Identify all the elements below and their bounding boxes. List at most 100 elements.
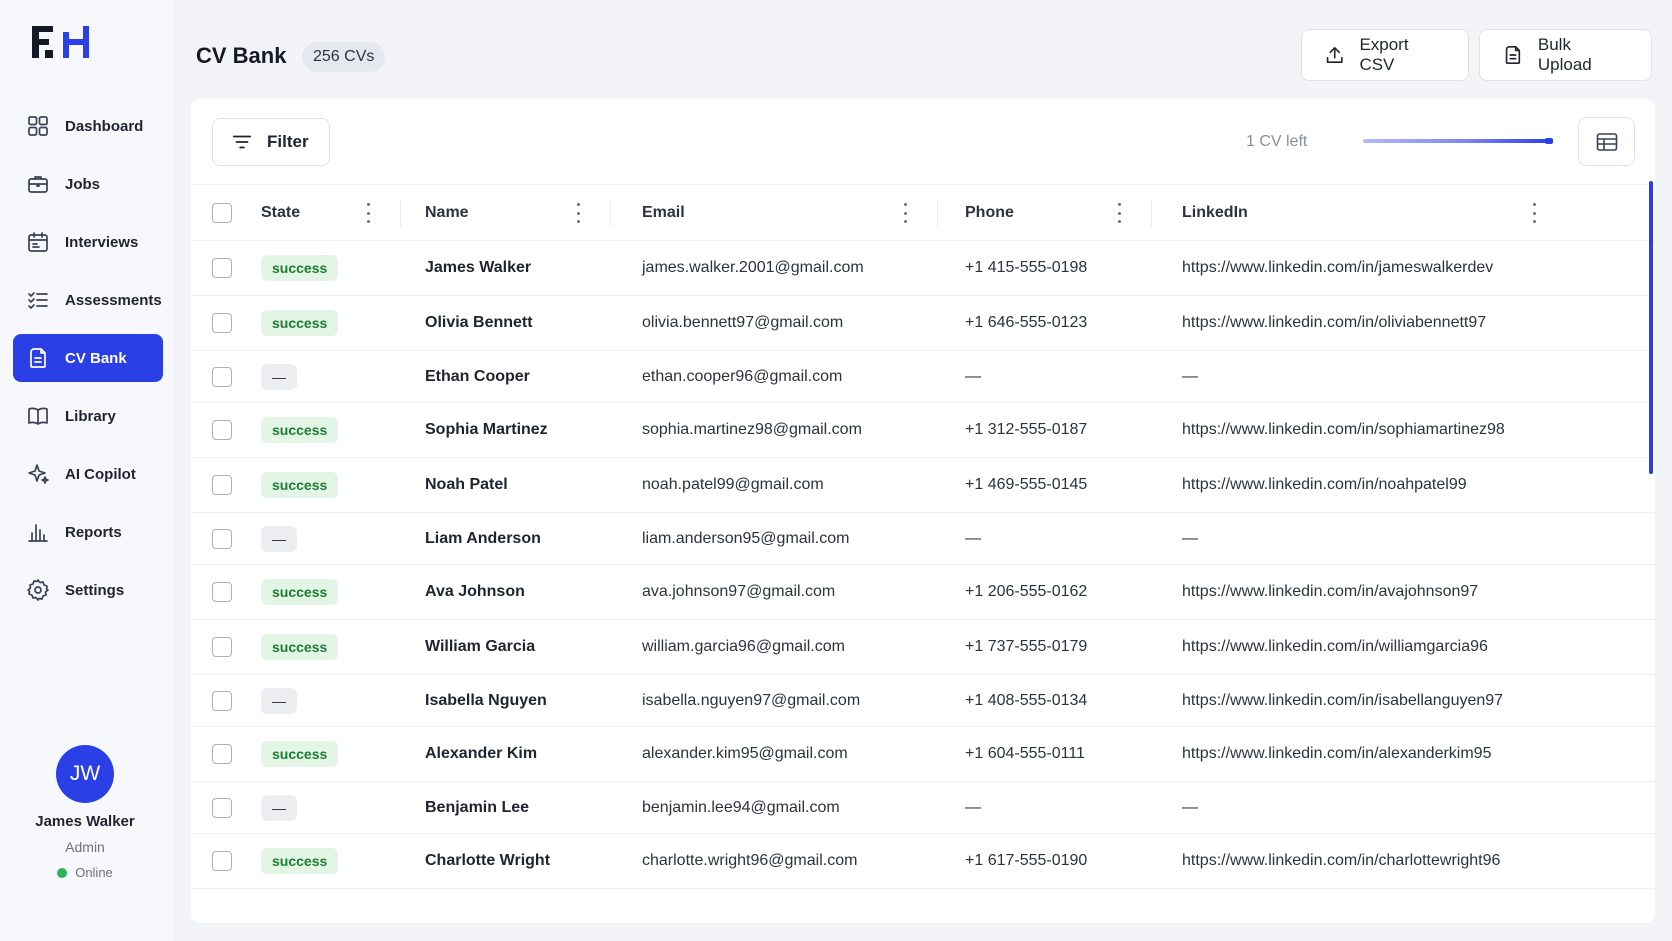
sidebar-item-interviews[interactable]: Interviews: [13, 218, 163, 266]
candidate-name[interactable]: James Walker: [425, 241, 531, 295]
candidate-phone: —: [965, 798, 981, 816]
select-all-checkbox-cell: [212, 185, 232, 241]
table-row[interactable]: — Liam Anderson liam.anderson95@gmail.com —…: [191, 513, 1655, 565]
column-menu-icon[interactable]: [1533, 203, 1537, 223]
row-checkbox[interactable]: [212, 366, 232, 387]
row-checkbox[interactable]: [212, 475, 232, 495]
candidate-phone: +1 206-555-0162: [965, 583, 1088, 600]
candidate-name[interactable]: William Garcia: [425, 620, 535, 674]
table-row[interactable]: success Alexander Kim alexander.kim95@gmai…: [191, 727, 1655, 782]
column-menu-icon[interactable]: [904, 203, 908, 223]
sidebar-item-label: Library: [65, 407, 116, 425]
table-row[interactable]: success Olivia Bennett olivia.bennett97@gm…: [191, 296, 1655, 351]
row-checkbox-cell: [212, 403, 232, 457]
table-row[interactable]: success Noah Patel noah.patel99@gmail.com +…: [191, 458, 1655, 513]
table-row[interactable]: — Ethan Cooper ethan.cooper96@gmail.com — —: [191, 351, 1655, 403]
table-row[interactable]: success James Walker james.walker.2001@gma…: [191, 241, 1655, 296]
table-view-toggle-button[interactable]: [1578, 117, 1635, 166]
table-row[interactable]: success Ava Johnson ava.johnson97@gmail.co…: [191, 565, 1655, 620]
state-cell: success: [261, 458, 339, 512]
gear-icon: [25, 577, 51, 603]
document-upload-icon: [1505, 45, 1521, 65]
row-checkbox[interactable]: [212, 528, 232, 549]
select-all-checkbox[interactable]: [212, 203, 232, 223]
candidate-name[interactable]: Olivia Bennett: [425, 296, 533, 350]
candidate-linkedin[interactable]: https://www.linkedin.com/in/isabellanguy…: [1182, 675, 1503, 726]
candidate-name[interactable]: Noah Patel: [425, 458, 508, 512]
row-checkbox[interactable]: [212, 582, 232, 602]
candidate-name[interactable]: Isabella Nguyen: [425, 675, 547, 726]
table-row[interactable]: success William Garcia william.garcia96@gm…: [191, 620, 1655, 675]
cv-usage-progress: [1363, 138, 1553, 144]
sidebar-item-ai-copilot[interactable]: AI Copilot: [13, 450, 163, 498]
candidate-name[interactable]: Charlotte Wright: [425, 834, 550, 888]
candidate-linkedin[interactable]: https://www.linkedin.com/in/jameswalkerd…: [1182, 241, 1493, 295]
user-profile[interactable]: JW James Walker Admin Online: [0, 745, 170, 880]
candidate-linkedin[interactable]: https://www.linkedin.com/in/williamgarci…: [1182, 620, 1488, 674]
status-badge: success: [261, 310, 339, 336]
column-header-linkedin[interactable]: LinkedIn: [1182, 185, 1248, 241]
app-logo[interactable]: [32, 26, 96, 60]
candidate-linkedin[interactable]: —: [1182, 513, 1198, 564]
candidate-email: charlotte.wright96@gmail.com: [642, 852, 858, 869]
sidebar-item-label: CV Bank: [65, 349, 127, 367]
row-checkbox[interactable]: [212, 690, 232, 711]
candidate-linkedin[interactable]: —: [1182, 782, 1198, 833]
document-icon: [25, 345, 51, 371]
column-menu-icon[interactable]: [577, 203, 581, 223]
table-row[interactable]: — Benjamin Lee benjamin.lee94@gmail.com — —: [191, 782, 1655, 834]
candidate-linkedin[interactable]: https://www.linkedin.com/in/noahpatel99: [1182, 458, 1467, 512]
candidate-name[interactable]: Liam Anderson: [425, 513, 541, 564]
filter-label: Filter: [267, 132, 309, 151]
candidate-phone: +1 737-555-0179: [965, 638, 1088, 655]
column-header-email[interactable]: Email: [642, 185, 685, 241]
export-csv-button[interactable]: Export CSV: [1301, 29, 1469, 81]
column-menu-icon[interactable]: [367, 203, 371, 223]
candidate-linkedin[interactable]: https://www.linkedin.com/in/charlottewri…: [1182, 834, 1500, 888]
candidate-name[interactable]: Benjamin Lee: [425, 782, 529, 833]
candidate-linkedin[interactable]: https://www.linkedin.com/in/avajohnson97: [1182, 565, 1478, 619]
candidate-linkedin[interactable]: https://www.linkedin.com/in/alexanderkim…: [1182, 727, 1491, 781]
column-header-phone[interactable]: Phone: [965, 185, 1014, 241]
filter-icon: [232, 135, 252, 149]
sidebar-item-assessments[interactable]: Assessments: [13, 276, 163, 324]
candidate-name[interactable]: Ethan Cooper: [425, 351, 530, 402]
status-badge: —: [261, 687, 297, 714]
table-row[interactable]: success Sophia Martinez sophia.martinez98@…: [191, 403, 1655, 458]
candidate-linkedin[interactable]: https://www.linkedin.com/in/oliviabennet…: [1182, 296, 1486, 350]
row-checkbox[interactable]: [212, 313, 232, 333]
bar-chart-icon: [25, 519, 51, 545]
row-checkbox[interactable]: [212, 797, 232, 818]
sidebar-item-library[interactable]: Library: [13, 392, 163, 440]
sidebar-item-reports[interactable]: Reports: [13, 508, 163, 556]
sidebar-item-cv-bank[interactable]: CV Bank: [13, 334, 163, 382]
sidebar-item-jobs[interactable]: Jobs: [13, 160, 163, 208]
column-divider: [400, 199, 401, 227]
row-checkbox[interactable]: [212, 851, 232, 871]
row-checkbox[interactable]: [212, 637, 232, 657]
candidate-name[interactable]: Ava Johnson: [425, 565, 525, 619]
state-cell: —: [261, 351, 297, 402]
candidate-name[interactable]: Sophia Martinez: [425, 403, 548, 457]
table-row[interactable]: — Isabella Nguyen isabella.nguyen97@gmail.…: [191, 675, 1655, 727]
column-header-state[interactable]: State: [261, 185, 300, 241]
candidate-linkedin[interactable]: https://www.linkedin.com/in/sophiamartin…: [1182, 403, 1505, 457]
column-menu-icon[interactable]: [1118, 203, 1122, 223]
filter-button[interactable]: Filter: [212, 118, 330, 166]
candidate-name[interactable]: Alexander Kim: [425, 727, 537, 781]
row-checkbox[interactable]: [212, 744, 232, 764]
row-checkbox[interactable]: [212, 258, 232, 278]
table-scrollbar[interactable]: [1649, 181, 1653, 474]
row-checkbox[interactable]: [212, 420, 232, 440]
sidebar-item-settings[interactable]: Settings: [13, 566, 163, 614]
user-role: Admin: [65, 839, 105, 855]
sidebar-item-dashboard[interactable]: Dashboard: [13, 102, 163, 150]
candidate-phone: +1 469-555-0145: [965, 476, 1088, 493]
column-header-name[interactable]: Name: [425, 185, 469, 241]
table-row[interactable]: success Charlotte Wright charlotte.wright9…: [191, 834, 1655, 889]
avatar[interactable]: JW: [56, 745, 114, 803]
bulk-upload-button[interactable]: Bulk Upload: [1479, 29, 1652, 81]
calendar-icon: [25, 229, 51, 255]
cv-count-badge: 256 CVs: [302, 42, 386, 72]
candidate-linkedin[interactable]: —: [1182, 351, 1198, 402]
